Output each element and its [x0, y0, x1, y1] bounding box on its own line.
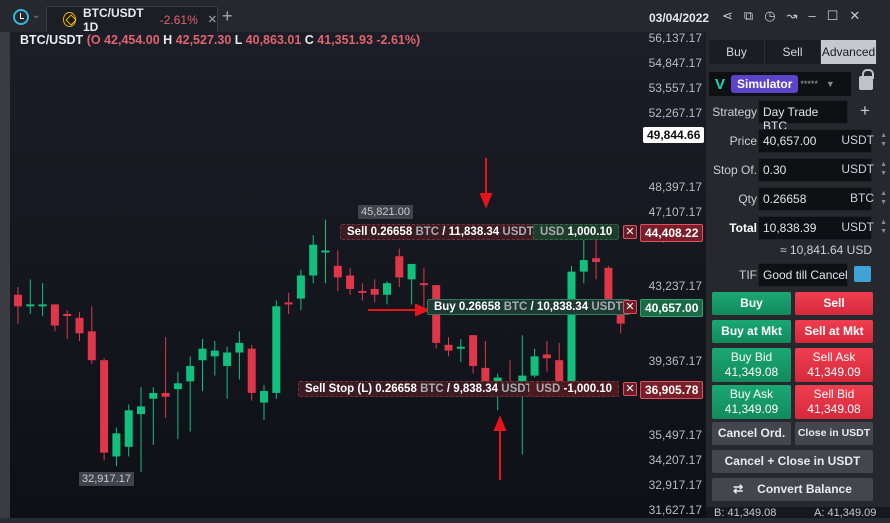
- sell-order-pnl: USD 1,000.10: [533, 224, 620, 240]
- buy-ask-button[interactable]: Buy Ask 41,349.09: [712, 385, 791, 419]
- annotation-arrows: [368, 158, 507, 480]
- qty-label: Qty: [738, 192, 757, 206]
- stop-unit: USDT: [841, 162, 874, 176]
- sell-order-line[interactable]: Sell 0.26658 BTC / 11,838.34 USDT: [340, 224, 541, 240]
- price-label: Price: [729, 134, 757, 148]
- buy-bid-button[interactable]: Buy Bid 41,349.08: [712, 348, 791, 382]
- tab-advanced[interactable]: Advanced: [821, 40, 877, 64]
- qty-unit: BTC: [850, 191, 874, 205]
- cancel-sell-order-icon[interactable]: ✕: [623, 225, 637, 239]
- total-stepper[interactable]: ▲ ▼: [880, 218, 887, 236]
- qty-stepper[interactable]: ▲ ▼: [880, 189, 887, 207]
- approx-usd: ≈ 10,841.64 USD: [780, 243, 872, 257]
- close-in-usdt-button[interactable]: Close in USDT: [795, 422, 873, 445]
- arrow-up-head: [493, 415, 507, 431]
- sell-ask-button[interactable]: Sell Ask 41,349.09: [795, 348, 873, 382]
- buy-at-market-button[interactable]: Buy at Mkt: [712, 320, 791, 343]
- tif-select[interactable]: Good till Cancel: [758, 263, 848, 287]
- total-unit: USDT: [841, 220, 874, 234]
- bid-ask-bar: B: 41,349.08 A: 41,349.09: [706, 507, 890, 519]
- cancel-stop-order-icon[interactable]: ✕: [623, 382, 637, 396]
- arrow-down-head: [479, 193, 493, 209]
- strategy-label: Strategy: [712, 105, 757, 119]
- cancel-close-button[interactable]: Cancel + Close in USDT: [712, 450, 873, 473]
- bid-price: B: 41,349.08: [714, 507, 777, 519]
- broker-logo-icon: V: [715, 75, 726, 93]
- stop-stepper[interactable]: ▲ ▼: [880, 160, 887, 178]
- convert-balance-button[interactable]: ⇄ Convert Balance: [712, 478, 873, 501]
- stop-order-pnl: USD -1,000.10: [529, 381, 620, 397]
- history-icon[interactable]: ◷: [764, 8, 775, 24]
- total-label: Total: [729, 221, 757, 235]
- sell-bid-button[interactable]: Sell Bid 41,349.08: [795, 385, 873, 419]
- stop-offset-label: Stop Of.: [712, 163, 757, 177]
- tab-buy[interactable]: Buy: [709, 40, 765, 64]
- account-mask: *****: [800, 79, 818, 89]
- windows-icon[interactable]: ⧉: [744, 8, 753, 24]
- convert-icon: ⇄: [733, 482, 744, 496]
- ask-price: A: 41,349.09: [814, 507, 877, 519]
- cancel-orders-button[interactable]: Cancel Ord.: [712, 422, 791, 445]
- order-type-tabs: Buy Sell Advanced: [709, 40, 877, 64]
- tab-sell[interactable]: Sell: [765, 40, 821, 64]
- stop-order-line[interactable]: Sell Stop (L) 0.26658 BTC / 9,838.34 USD…: [298, 381, 540, 397]
- buy-button[interactable]: Buy: [712, 292, 791, 315]
- strategy-select[interactable]: Day Trade BTC: [758, 100, 848, 133]
- minimize-icon[interactable]: –: [808, 8, 815, 24]
- chevron-down-icon: ▼: [825, 79, 835, 89]
- order-panel: Buy Sell Advanced V Simulator ***** ▼ St…: [706, 32, 890, 519]
- buy-order-line[interactable]: Buy 0.26658 BTC / 10,838.34 USDT: [427, 299, 630, 315]
- sell-button[interactable]: Sell: [795, 292, 873, 315]
- price-stepper[interactable]: ▲ ▼: [880, 131, 887, 149]
- trend-icon[interactable]: ↝: [787, 8, 798, 24]
- buy-price-tag: 40,657.00: [640, 299, 704, 317]
- calendar-icon[interactable]: [854, 266, 871, 282]
- sell-price-tag: 44,408.22: [640, 224, 704, 242]
- close-icon[interactable]: ✕: [849, 8, 860, 24]
- maximize-icon[interactable]: ☐: [827, 8, 839, 24]
- account-badge: Simulator: [731, 75, 799, 93]
- add-strategy-icon[interactable]: +: [860, 101, 870, 121]
- stop-price-tag: 36,905.78: [640, 381, 704, 399]
- current-price-tag: 49,844.66: [643, 127, 705, 143]
- sell-at-market-button[interactable]: Sell at Mkt: [795, 320, 873, 343]
- tif-label: TIF: [739, 268, 757, 282]
- price-unit: USDT: [841, 133, 874, 147]
- lock-icon[interactable]: [859, 69, 874, 90]
- cancel-buy-order-icon[interactable]: ✕: [623, 300, 637, 314]
- share-icon[interactable]: ⋖: [722, 8, 733, 24]
- account-select[interactable]: V Simulator ***** ▼: [709, 72, 851, 96]
